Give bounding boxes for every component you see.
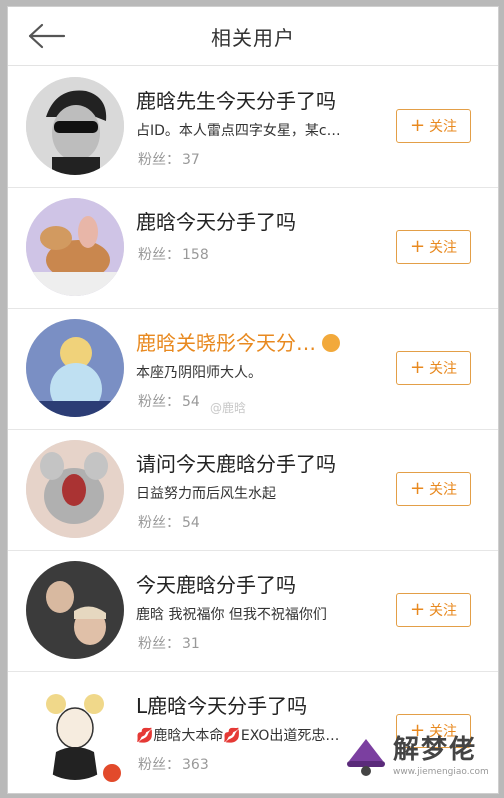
avatar[interactable] (26, 561, 124, 659)
avatar-image (26, 319, 124, 417)
follow-button[interactable]: + 关注 (396, 593, 471, 627)
avatar-image (26, 440, 124, 538)
watermark: @鹿晗 (210, 401, 247, 415)
avatar-image (26, 561, 124, 659)
user-bio: 占ID。本人雷点四字女星，某c… (136, 123, 341, 139)
user-name[interactable]: 请问今天鹿晗分手了吗 (136, 448, 336, 477)
logo-url: www.jiemengiao.com (393, 767, 489, 777)
fans-count: 粉丝： 158 (138, 247, 209, 263)
page-title: 相关用户 (211, 25, 295, 50)
user-bio: 💋鹿晗大本命💋EXO出道死忠… (136, 728, 340, 744)
follow-button[interactable]: + 关注 (396, 472, 471, 506)
emoji-icon (322, 334, 340, 352)
user-row[interactable]: 鹿晗先生今天分手了吗 占ID。本人雷点四字女星，某c… 粉丝： 37 + 关注 (8, 67, 498, 188)
user-name[interactable]: 今天鹿晗分手了吗 (136, 569, 296, 598)
plus-icon: + (409, 599, 426, 620)
plus-icon: + (409, 357, 426, 378)
follow-button[interactable]: + 关注 (396, 351, 471, 385)
user-bio: 鹿晗 我祝福你 但我不祝福你们 (136, 607, 327, 623)
follow-button[interactable]: + 关注 (396, 109, 471, 143)
fans-count: 粉丝： 31 (138, 636, 200, 652)
plus-icon: + (409, 478, 426, 499)
user-row[interactable]: 鹿晗关晓彤今天分… 本座乃阴阳师大人。 粉丝： 54 + 关注 (8, 309, 498, 430)
user-row[interactable]: 请问今天鹿晗分手了吗 日益努力而后风生水起 粉丝： 54 + 关注 (8, 430, 498, 551)
app-frame: 相关用户 鹿晗先生今天分手了吗 占ID。本人雷点四字女星，某c… 粉丝： 37 +… (7, 6, 499, 794)
fans-count: 粉丝： 37 (138, 152, 200, 168)
verified-badge (101, 762, 123, 784)
user-name[interactable]: 鹿晗先生今天分手了吗 (136, 85, 336, 114)
back-arrow-icon[interactable] (26, 21, 66, 51)
user-name[interactable]: 鹿晗关晓彤今天分… (136, 327, 340, 356)
avatar[interactable] (26, 198, 124, 296)
plus-icon: + (409, 115, 426, 136)
top-bar: 相关用户 (8, 7, 498, 66)
user-name[interactable]: L鹿晗今天分手了吗 (136, 690, 307, 719)
follow-button[interactable]: + 关注 (396, 230, 471, 264)
user-name[interactable]: 鹿晗今天分手了吗 (136, 206, 296, 235)
site-logo: 解梦佬 www.jiemengiao.com (343, 725, 493, 785)
fans-count: 粉丝： 54 (138, 394, 200, 410)
fans-count: 粉丝： 363 (138, 757, 209, 773)
fans-count: 粉丝： 54 (138, 515, 200, 531)
avatar[interactable] (26, 440, 124, 538)
avatar-image (26, 77, 124, 175)
avatar[interactable] (26, 77, 124, 175)
logo-hat-icon (347, 739, 385, 776)
logo-text: 解梦佬 (393, 735, 478, 765)
avatar[interactable] (26, 319, 124, 417)
plus-icon: + (409, 236, 426, 257)
user-row[interactable]: 今天鹿晗分手了吗 鹿晗 我祝福你 但我不祝福你们 粉丝： 31 + 关注 (8, 551, 498, 672)
user-bio: 日益努力而后风生水起 (136, 486, 276, 502)
avatar-image (26, 198, 124, 296)
user-row[interactable]: 鹿晗今天分手了吗 粉丝： 158 + 关注 (8, 188, 498, 309)
user-bio: 本座乃阴阳师大人。 (136, 365, 262, 381)
